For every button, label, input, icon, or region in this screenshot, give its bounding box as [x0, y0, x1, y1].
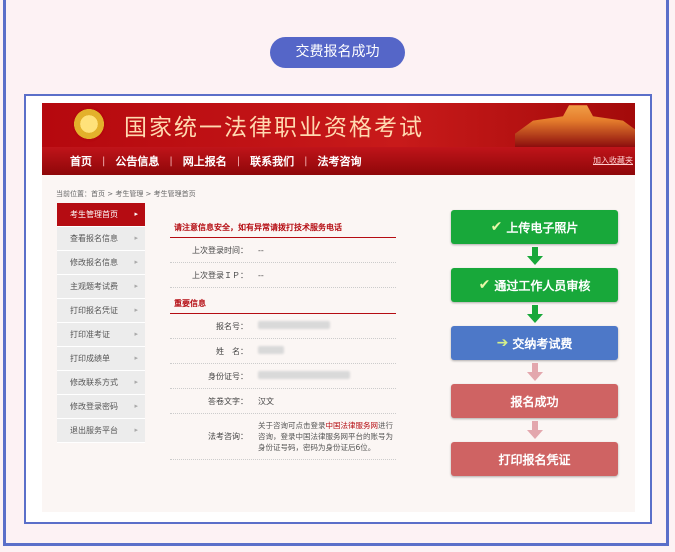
site-nav: 首页 | 公告信息 | 网上报名 | 联系我们 | 法考咨询 加入收藏夹 [42, 147, 635, 175]
paper-language-label: 答卷文字： [208, 396, 248, 406]
consult-text: 关于咨询可点击登录中国法律服务网进行咨询，登录中国法律服务网平台的账号为身份证号… [258, 414, 396, 459]
sidebar-item-print-voucher[interactable]: 打印报名凭证 ▸ [57, 299, 145, 323]
sidebar-item-label: 主观题考试费 [70, 282, 118, 291]
staff-review-step: ✔ 通过工作人员审核 [451, 268, 618, 302]
chevron-right-icon: ▸ [134, 330, 138, 338]
info-row: 上次登录时间： -- [170, 238, 396, 263]
chevron-right-icon: ▸ [134, 234, 138, 242]
arrow-down-icon [526, 421, 543, 440]
chevron-right-icon: ▸ [134, 402, 138, 410]
print-voucher-step: 打印报名凭证 [451, 442, 618, 476]
tiananmen-icon [515, 105, 635, 147]
sidebar-item-label: 修改联系方式 [70, 378, 118, 387]
chevron-right-icon: ▸ [134, 378, 138, 386]
consult-pre: 关于咨询可点击登录 [258, 421, 326, 430]
breadcrumb: 当前位置：首页 > 考生管理 > 考生管理首页 [56, 190, 196, 198]
last-login-time-label: 上次登录时间： [192, 245, 248, 255]
embedded-screenshot: 国家统一法律职业资格考试 首页 | 公告信息 | 网上报名 | 联系我们 | 法… [42, 103, 635, 512]
arrow-down-icon [526, 247, 543, 266]
registration-flow: ✔ 上传电子照片 ✔ 通过工作人员审核 ➔ 交纳考试费 报名成功 打印报名凭证 [451, 210, 618, 476]
step-label: 报名成功 [510, 394, 559, 409]
nav-home[interactable]: 首页 [64, 153, 98, 169]
name-value [258, 346, 396, 356]
info-row: 姓 名： [170, 339, 396, 364]
page-title: 交费报名成功 [270, 37, 405, 68]
site-title: 国家统一法律职业资格考试 [124, 115, 424, 141]
chevron-right-icon: ▸ [134, 426, 138, 434]
step-label: 通过工作人员审核 [494, 278, 591, 293]
id-number-label: 身份证号： [208, 371, 248, 381]
arrow-right-icon: ➔ [496, 335, 509, 351]
check-icon: ✔ [478, 277, 491, 293]
chevron-right-icon: ▸ [134, 210, 138, 218]
sidebar-item-label: 打印准考证 [70, 330, 110, 339]
reg-no-value [258, 321, 396, 331]
chevron-right-icon: ▸ [134, 354, 138, 362]
sidebar-item-label: 考生管理首页 [70, 210, 118, 219]
chevron-right-icon: ▸ [134, 282, 138, 290]
info-panel: 请注意信息安全，如有异常请拨打技术服务电话 上次登录时间： -- 上次登录ＩＰ：… [170, 216, 396, 460]
info-row: 法考咨询： 关于咨询可点击登录中国法律服务网进行咨询，登录中国法律服务网平台的账… [170, 414, 396, 460]
sidebar-item-print-scores[interactable]: 打印成绩单 ▸ [57, 347, 145, 371]
last-login-ip-value: -- [258, 270, 264, 280]
step-label: 交纳考试费 [512, 336, 573, 351]
check-icon: ✔ [490, 219, 503, 235]
site-banner: 国家统一法律职业资格考试 [42, 103, 635, 147]
security-notice: 请注意信息安全，如有异常请拨打技术服务电话 [170, 216, 396, 238]
chevron-right-icon: ▸ [134, 258, 138, 266]
reg-no-label: 报名号： [216, 321, 248, 331]
paper-language-value: 汉文 [258, 396, 274, 406]
sidebar-item-label: 打印成绩单 [70, 354, 110, 363]
step-label: 打印报名凭证 [498, 452, 571, 467]
nav-announcements[interactable]: 公告信息 [109, 153, 165, 169]
side-menu: 考生管理首页 ▸ 查看报名信息 ▸ 修改报名信息 ▸ 主观题考试费 ▸ 打印报名凭证 ▸ … [57, 203, 145, 443]
sidebar-item-label: 修改登录密码 [70, 402, 118, 411]
sidebar-item-label: 修改报名信息 [70, 258, 118, 267]
consult-label: 法考咨询： [208, 432, 248, 441]
name-label: 姓 名： [216, 346, 248, 356]
sidebar-item-exam-fee[interactable]: 主观题考试费 ▸ [57, 275, 145, 299]
nav-separator: | [236, 155, 241, 167]
upload-photo-step: ✔ 上传电子照片 [451, 210, 618, 244]
chevron-right-icon: ▸ [134, 306, 138, 314]
sidebar-item-edit-contact[interactable]: 修改联系方式 ▸ [57, 371, 145, 395]
pay-fee-step: ➔ 交纳考试费 [451, 326, 618, 360]
sidebar-item-label: 退出服务平台 [70, 426, 118, 435]
nav-contact[interactable]: 联系我们 [244, 153, 300, 169]
add-favorite-link[interactable]: 加入收藏夹 [593, 155, 633, 166]
registration-success-step: 报名成功 [451, 384, 618, 418]
last-login-time-value: -- [258, 245, 264, 255]
sidebar-item-logout[interactable]: 退出服务平台 ▸ [57, 419, 145, 443]
nav-separator: | [304, 155, 308, 167]
sidebar-item-print-admission[interactable]: 打印准考证 ▸ [57, 323, 145, 347]
sidebar-item-label: 查看报名信息 [70, 234, 118, 243]
national-emblem-icon [72, 106, 106, 142]
nav-separator: | [102, 155, 106, 167]
info-row: 身份证号： [170, 364, 396, 389]
sidebar-item-edit-info[interactable]: 修改报名信息 ▸ [57, 251, 145, 275]
sidebar-item-home[interactable]: 考生管理首页 ▸ [57, 203, 145, 227]
sidebar-item-change-password[interactable]: 修改登录密码 ▸ [57, 395, 145, 419]
nav-online-registration[interactable]: 网上报名 [177, 153, 233, 169]
legal-service-link[interactable]: 中国法律服务网 [326, 421, 379, 430]
important-info-heading: 重要信息 [170, 288, 396, 314]
last-login-ip-label: 上次登录ＩＰ： [192, 270, 248, 280]
sidebar-item-view-info[interactable]: 查看报名信息 ▸ [57, 227, 145, 251]
nav-separator: | [169, 155, 173, 167]
step-label: 上传电子照片 [506, 220, 579, 235]
sidebar-item-label: 打印报名凭证 [70, 306, 118, 315]
info-row: 报名号： [170, 314, 396, 339]
arrow-down-icon [526, 363, 543, 382]
info-row: 上次登录ＩＰ： -- [170, 263, 396, 288]
info-row: 答卷文字： 汉文 [170, 389, 396, 414]
arrow-down-icon [526, 305, 543, 324]
nav-consult[interactable]: 法考咨询 [312, 153, 368, 169]
id-number-value [258, 371, 396, 381]
